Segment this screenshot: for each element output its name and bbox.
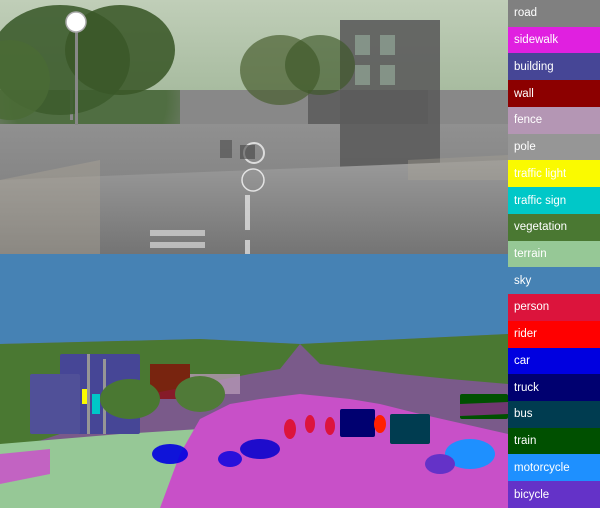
main-area [0, 0, 508, 508]
legend-item-bus: bus [508, 401, 600, 428]
legend-item-road: road [508, 0, 600, 27]
legend-item-sky: sky [508, 267, 600, 294]
legend-item-vegetation: vegetation [508, 214, 600, 241]
legend-sidebar: roadsidewalkbuildingwallfencepoletraffic… [508, 0, 600, 508]
legend-item-wall: wall [508, 80, 600, 107]
legend-item-truck: truck [508, 374, 600, 401]
legend-item-bicycle: bicycle [508, 481, 600, 508]
photo-panel [0, 0, 508, 254]
legend-item-sidewalk: sidewalk [508, 27, 600, 54]
legend-item-building: building [508, 53, 600, 80]
legend-item-train: train [508, 428, 600, 455]
legend-item-terrain: terrain [508, 241, 600, 268]
legend-item-motorcycle: motorcycle [508, 454, 600, 481]
seg-panel [0, 254, 508, 508]
legend-item-traffic-light: traffic light [508, 160, 600, 187]
legend-item-traffic-sign: traffic sign [508, 187, 600, 214]
legend-item-car: car [508, 348, 600, 375]
legend-item-pole: pole [508, 134, 600, 161]
legend-item-person: person [508, 294, 600, 321]
legend-item-rider: rider [508, 321, 600, 348]
legend-item-fence: fence [508, 107, 600, 134]
